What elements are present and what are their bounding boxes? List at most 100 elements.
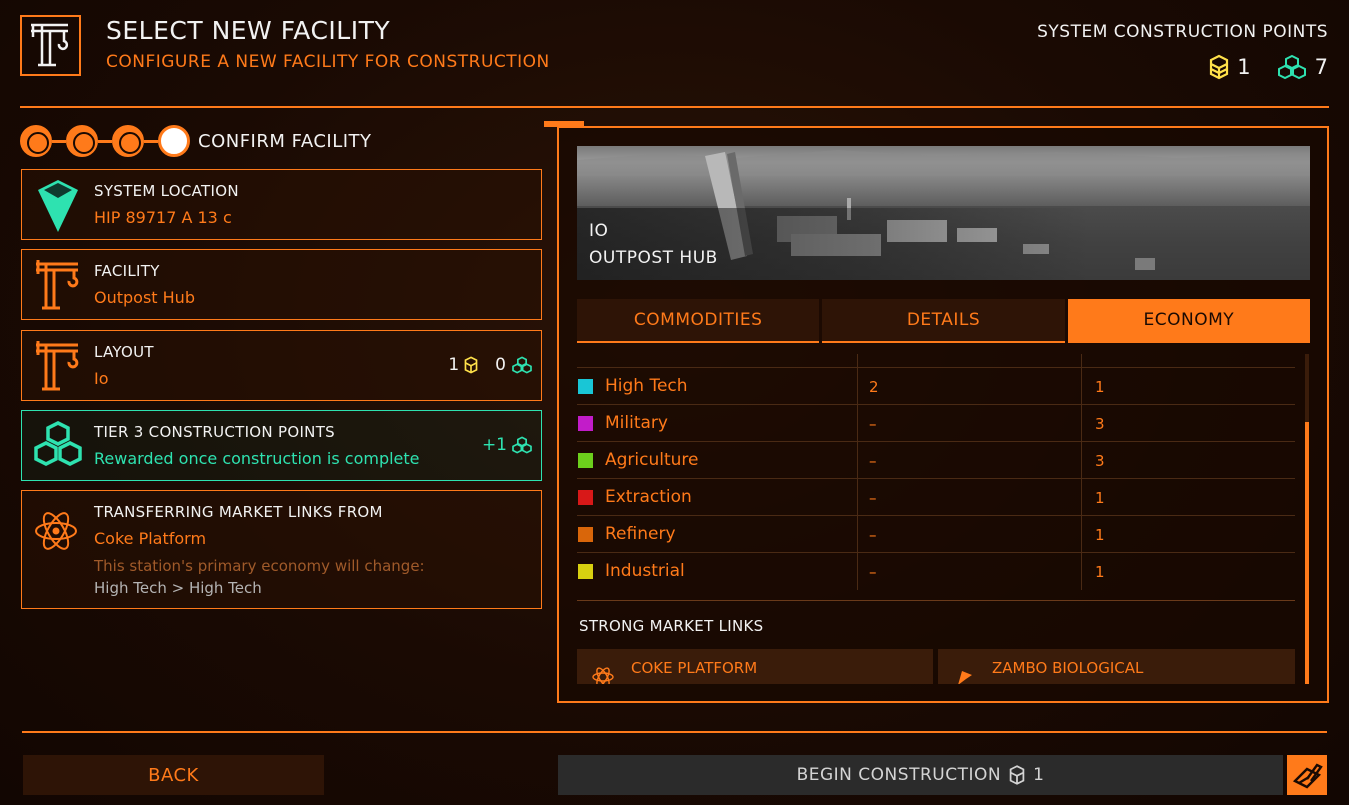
crane-icon (31, 23, 69, 67)
crane-icon (32, 337, 84, 395)
economy-color-swatch (578, 379, 593, 394)
market-link-coke-platform[interactable]: COKE PLATFORM (577, 649, 933, 684)
strong-market-links-label: STRONG MARKET LINKS (579, 617, 764, 635)
page-subtitle: CONFIGURE A NEW FACILITY FOR CONSTRUCTIO… (106, 52, 550, 72)
tier2-point-icon (464, 356, 478, 374)
economy-row: Extraction – 1 (577, 478, 1295, 515)
economy-color-swatch (578, 490, 593, 505)
layout-cost: 1 0 (448, 355, 533, 375)
tier3-bonus-value: +1 (481, 435, 507, 455)
economy-name: Extraction (605, 487, 692, 507)
scp-tier3-value: 7 (1314, 55, 1328, 79)
blueprint-edit-icon (1292, 763, 1323, 789)
atom-icon (32, 497, 84, 555)
economy-color-swatch (578, 416, 593, 431)
system-construction-points-label: SYSTEM CONSTRUCTION POINTS (1037, 22, 1328, 42)
market-link-name: COKE PLATFORM (631, 659, 758, 677)
scp-tier2-value: 1 (1237, 55, 1251, 79)
layout-card[interactable]: LAYOUT Io 1 0 (21, 330, 542, 401)
economy-value-2: 1 (1095, 526, 1105, 544)
economy-table: High Tech 2 1 Military – 3 Agriculture –… (577, 354, 1295, 684)
tier3-bonus: +1 (482, 435, 533, 455)
economy-value-1: – (869, 563, 877, 581)
step-label: CONFIRM FACILITY (198, 130, 372, 152)
market-source-value: Coke Platform (94, 529, 207, 548)
card-title: TIER 3 CONSTRUCTION POINTS (94, 423, 335, 441)
begin-construction-cost: 1 (1033, 765, 1045, 785)
economy-value-1: – (869, 526, 877, 544)
economy-value-1: – (869, 452, 877, 470)
detail-tabs: COMMODITIES DETAILS ECONOMY (577, 299, 1310, 343)
layout-cost-tier3: 0 (495, 355, 506, 375)
system-construction-points: 1 7 (1209, 54, 1328, 80)
step-connector (98, 139, 112, 143)
location-marker-icon (32, 176, 84, 234)
crane-icon (32, 256, 84, 314)
facility-value: Outpost Hub (94, 288, 195, 307)
economy-change-value: High Tech > High Tech (94, 579, 262, 597)
section-divider (577, 600, 1295, 601)
economy-row: High Tech 2 1 (577, 367, 1295, 404)
preview-facility-type: OUTPOST HUB (589, 248, 718, 268)
facility-card[interactable]: FACILITY Outpost Hub (21, 249, 542, 320)
economy-name: Refinery (605, 524, 676, 544)
layout-value: Io (94, 369, 109, 388)
economy-value-2: 1 (1095, 378, 1105, 396)
economy-name: Agriculture (605, 450, 699, 470)
tier3-point-icon (32, 417, 84, 475)
header-divider (20, 106, 1329, 108)
step-connector (144, 139, 158, 143)
economy-color-swatch (578, 453, 593, 468)
tab-economy[interactable]: ECONOMY (1067, 299, 1310, 343)
economy-value-2: 3 (1095, 452, 1105, 470)
system-location-value: HIP 89717 A 13 c (94, 208, 232, 227)
economy-value-1: 2 (869, 378, 879, 396)
tab-commodities[interactable]: COMMODITIES (577, 299, 820, 343)
edit-blueprint-button[interactable] (1287, 755, 1327, 795)
tab-details[interactable]: DETAILS (822, 299, 1065, 343)
economy-value-2: 1 (1095, 563, 1105, 581)
begin-construction-button[interactable]: BEGIN CONSTRUCTION 1 (558, 755, 1283, 795)
economy-value-2: 3 (1095, 415, 1105, 433)
card-title: FACILITY (94, 262, 160, 280)
step-4-dot-current (158, 125, 190, 157)
preview-caption-shade (577, 208, 1310, 280)
page-title: SELECT NEW FACILITY (106, 16, 391, 45)
economy-color-swatch (578, 564, 593, 579)
atom-icon (591, 665, 615, 684)
tier3-point-icon (512, 436, 532, 454)
step-3-dot[interactable] (112, 125, 144, 157)
tier2-point-icon (1210, 54, 1229, 80)
market-links-card: TRANSFERRING MARKET LINKS FROM Coke Plat… (21, 490, 542, 609)
economy-row: Military – 3 (577, 404, 1295, 441)
economy-row: Agriculture – 3 (577, 441, 1295, 478)
economy-row: Industrial – 1 (577, 552, 1295, 589)
facility-preview-image: IO OUTPOST HUB (577, 146, 1310, 280)
card-title: SYSTEM LOCATION (94, 182, 239, 200)
economy-name: Military (605, 413, 668, 433)
facility-header-icon (20, 15, 81, 76)
tier2-point-icon (1009, 765, 1025, 785)
tier3-points-card: TIER 3 CONSTRUCTION POINTS Rewarded once… (21, 410, 542, 481)
economy-change-note: This station's primary economy will chan… (94, 557, 425, 575)
step-progress: CONFIRM FACILITY (20, 124, 372, 158)
layout-cost-tier2: 1 (448, 355, 460, 375)
market-link-zambo-biological[interactable]: ZAMBO BIOLOGICAL (938, 649, 1295, 684)
economy-value-2: 1 (1095, 489, 1105, 507)
tier3-reward-note: Rewarded once construction is complete (94, 449, 420, 468)
begin-construction-label: BEGIN CONSTRUCTION (796, 765, 1002, 785)
economy-row: Refinery – 1 (577, 515, 1295, 552)
step-2-dot[interactable] (66, 125, 98, 157)
flag-icon (952, 665, 976, 684)
back-button[interactable]: BACK (23, 755, 324, 795)
step-connector (52, 139, 66, 143)
step-1-dot[interactable] (20, 125, 52, 157)
economy-color-swatch (578, 527, 593, 542)
footer-divider (22, 731, 1327, 733)
market-link-name: ZAMBO BIOLOGICAL (992, 659, 1144, 677)
preview-layout-name: IO (589, 221, 609, 241)
card-title: LAYOUT (94, 343, 154, 361)
economy-scrollbar-thumb[interactable] (1305, 422, 1309, 684)
economy-name: High Tech (605, 376, 688, 396)
economy-name: Industrial (605, 561, 685, 581)
